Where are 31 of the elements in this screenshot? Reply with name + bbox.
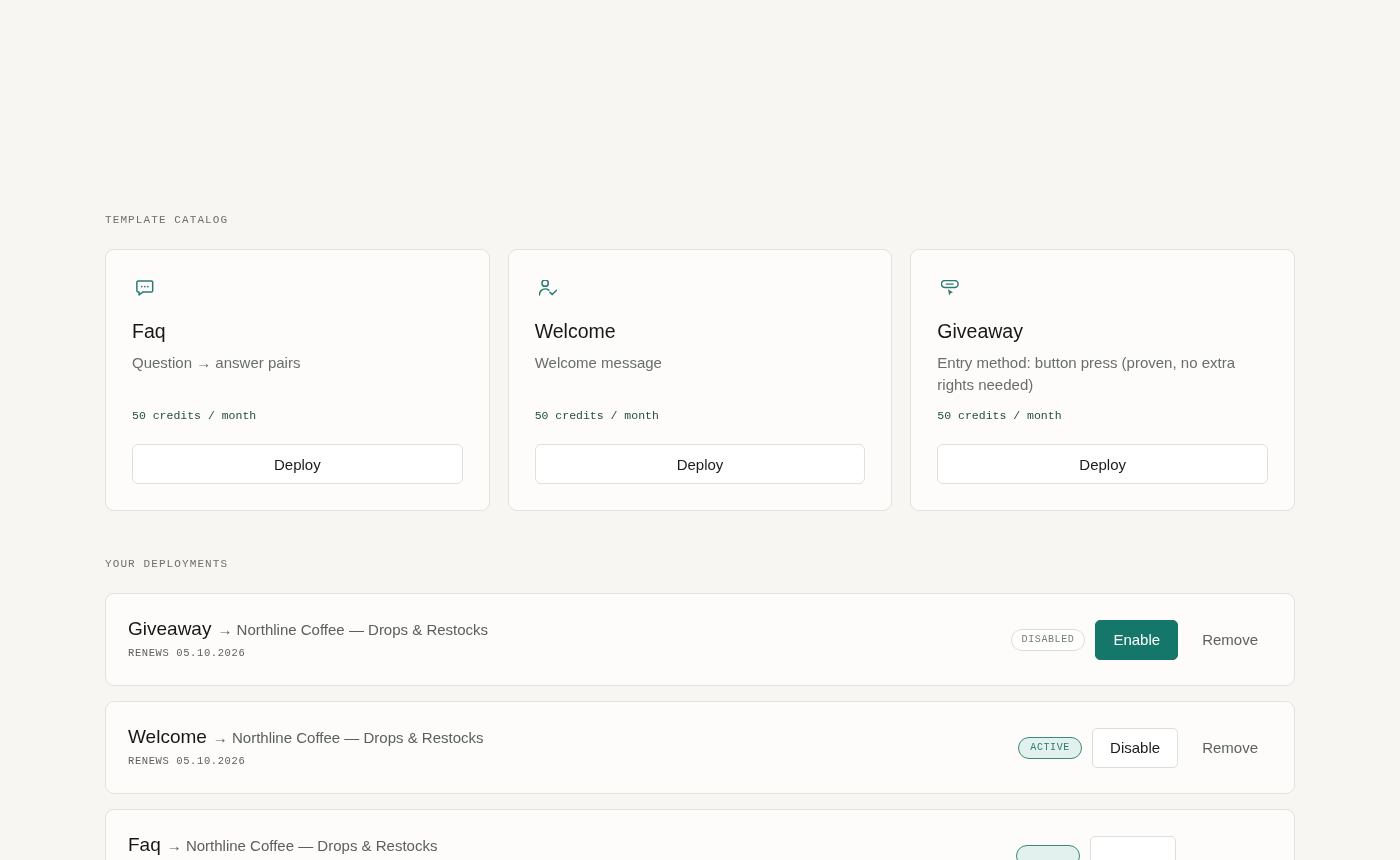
template-description: Question → answer pairs: [132, 353, 301, 373]
deployment-name: Giveaway: [128, 617, 212, 640]
deployment-target: → Northline Coffee — Drops & Restocks: [212, 728, 484, 747]
template-price: 50 credits / month: [534, 408, 659, 424]
status-badge: DISABLED: [1010, 628, 1086, 651]
remove-button[interactable]: Remove: [1188, 619, 1272, 660]
deploy-button[interactable]: Deploy: [534, 444, 866, 484]
template-price: 50 credits / month: [132, 408, 257, 424]
remove-button[interactable]: Remove: [1188, 727, 1272, 768]
section-heading: YOUR DEPLOYMENTS: [105, 557, 229, 571]
chat-bubble-icon: [136, 280, 154, 296]
deploy-button[interactable]: Deploy: [937, 444, 1268, 484]
template-title: Faq: [132, 319, 166, 343]
template-title: Welcome: [534, 319, 616, 343]
template-description: Entry method: button press (proven, no extra rights needed): [937, 353, 1236, 395]
deploy-button[interactable]: Deploy: [132, 444, 463, 484]
renewal-date: RENEWS 05.10.2026: [128, 754, 247, 768]
disable-button[interactable]: Disable: [1092, 727, 1179, 768]
deployment-target: → Northline Coffee — Drops & Restocks: [217, 620, 489, 639]
renewal-date: RENEWS 05.10.2026: [128, 646, 247, 660]
section-heading: TEMPLATE CATALOG: [105, 213, 229, 227]
enable-button[interactable]: Enable: [1095, 619, 1179, 660]
template-description: Welcome message: [534, 353, 662, 373]
template-title: Giveaway: [937, 319, 1023, 343]
deployment-target: → Northline Coffee — Drops & Restocks: [166, 836, 438, 855]
template-price: 50 credits / month: [937, 408, 1062, 424]
user-check-icon: [538, 280, 557, 296]
deployment-name: Faq: [128, 833, 161, 856]
status-badge: ACTIVE: [1018, 736, 1083, 759]
button-cursor-icon: [941, 280, 960, 296]
deployment-name: Welcome: [128, 725, 207, 748]
